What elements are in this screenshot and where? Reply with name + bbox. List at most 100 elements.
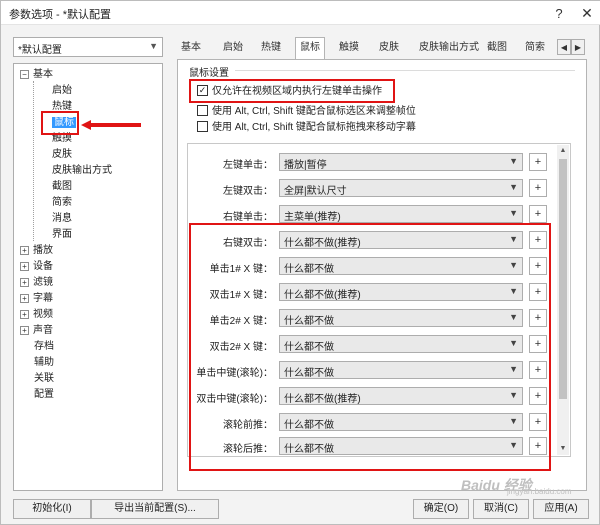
tree-item-label: 设备 — [33, 261, 53, 272]
annotation-box-action-list — [189, 223, 551, 471]
scroll-down-icon[interactable]: ▼ — [557, 443, 569, 455]
chevron-down-icon: ▼ — [509, 156, 518, 166]
tree-item[interactable]: 辅助 — [34, 356, 54, 370]
profile-select-value: *默认配置 — [18, 45, 62, 56]
apply-button[interactable]: 应用(A) — [533, 499, 589, 519]
tree-item[interactable]: + 视频 — [20, 308, 53, 322]
tree-connector-line — [33, 81, 34, 241]
expand-icon[interactable]: + — [20, 245, 29, 255]
tab-6[interactable]: 皮肤输出方式 — [415, 39, 483, 59]
tree-item-label: 播放 — [33, 245, 53, 256]
tab-scroll-right-button[interactable]: ▶ — [571, 39, 585, 55]
tree-item[interactable]: 关联 — [34, 372, 54, 386]
tree-item-label: 视频 — [33, 309, 53, 320]
annotation-arrow-icon — [81, 120, 141, 130]
tree-item-label: 滤镜 — [33, 277, 53, 288]
tree-item[interactable]: + 播放 — [20, 244, 53, 258]
tree-item-label: 基本 — [33, 69, 53, 80]
tree-item-label: 皮肤输出方式 — [52, 165, 112, 176]
tree-item-label: 辅助 — [34, 357, 54, 368]
init-button[interactable]: 初始化(I) — [13, 499, 91, 519]
tab-1[interactable]: 启始 — [219, 39, 247, 59]
tree-item[interactable]: 消息 — [52, 212, 72, 226]
action-select-value: 全屏|默认尺寸 — [284, 186, 347, 197]
collapse-icon[interactable]: − — [20, 69, 29, 79]
checkbox-row[interactable]: 使用 Alt, Ctrl, Shift 键配合鼠标拖拽来移动字幕 — [197, 120, 416, 135]
action-select[interactable]: 全屏|默认尺寸 ▼ — [279, 179, 523, 197]
annotation-box-tree-item — [41, 111, 79, 135]
annotation-box-checkbox — [189, 79, 395, 103]
chevron-down-icon: ▼ — [149, 41, 158, 51]
title-bar: 参数选项 - *默认配置 ? ✕ — [1, 1, 600, 25]
checkbox[interactable] — [197, 120, 208, 132]
tree-item-label: 启始 — [52, 85, 72, 96]
tree-item[interactable]: + 字幕 — [20, 292, 53, 306]
tree-item-label: 界面 — [52, 229, 72, 240]
watermark-url: jingyan.baidu.com — [507, 487, 572, 496]
tree-item[interactable]: 界面 — [52, 228, 72, 242]
profile-select[interactable]: *默认配置 ▼ — [13, 37, 163, 57]
help-button[interactable]: ? — [545, 1, 573, 25]
tree-item[interactable]: + 滤镜 — [20, 276, 53, 290]
tree-item-label: 截图 — [52, 181, 72, 192]
tree-item-label: 存档 — [34, 341, 54, 352]
tree-item[interactable]: 简索 — [52, 196, 72, 210]
add-action-button[interactable]: + — [529, 153, 547, 171]
export-config-button[interactable]: 导出当前配置(S)... — [91, 499, 219, 519]
chevron-down-icon: ▼ — [509, 182, 518, 192]
action-select-value: 播放|暂停 — [284, 160, 327, 171]
chevron-down-icon: ▼ — [509, 208, 518, 218]
tree-item[interactable]: 皮肤输出方式 — [52, 164, 112, 178]
tree-item-label: 声音 — [33, 325, 53, 336]
action-select[interactable]: 主菜单(推荐) ▼ — [279, 205, 523, 223]
tab-bar: 基本 启始 热键 鼠标 触摸 皮肤 皮肤输出方式 截图 简索 — [177, 37, 555, 59]
list-scrollbar[interactable]: ▲ ▼ — [557, 145, 569, 455]
tree-item-label: 消息 — [52, 213, 72, 224]
tree-item-label: 简索 — [52, 197, 72, 208]
tree-item[interactable]: 截图 — [52, 180, 72, 194]
add-action-button[interactable]: + — [529, 179, 547, 197]
tab-2[interactable]: 热键 — [257, 39, 285, 59]
group-label-mouse-settings: 鼠标设置 — [189, 68, 229, 79]
tab-8[interactable]: 简索 — [521, 39, 549, 59]
tab-scroll-left-button[interactable]: ◀ — [557, 39, 571, 55]
scroll-up-icon[interactable]: ▲ — [557, 145, 569, 157]
window-title: 参数选项 - *默认配置 — [9, 9, 112, 21]
expand-icon[interactable]: + — [20, 309, 29, 319]
tab-5[interactable]: 皮肤 — [375, 39, 403, 59]
scroll-thumb[interactable] — [559, 159, 567, 399]
action-select[interactable]: 播放|暂停 ▼ — [279, 153, 523, 171]
action-label: 左键双击： — [223, 186, 273, 197]
tree-item[interactable]: 启始 — [52, 84, 72, 98]
tree-item-label: 配置 — [34, 389, 54, 400]
action-select-value: 主菜单(推荐) — [284, 212, 341, 223]
tree-item[interactable]: 存档 — [34, 340, 54, 354]
tree-item-label: 皮肤 — [52, 149, 72, 160]
cancel-button[interactable]: 取消(C) — [473, 499, 529, 519]
action-label: 左键单击： — [223, 160, 273, 171]
action-label: 右键单击： — [223, 212, 273, 223]
tree-item[interactable]: 配置 — [34, 388, 54, 402]
close-button[interactable]: ✕ — [573, 1, 600, 25]
tab-7[interactable]: 截图 — [483, 39, 511, 59]
tree-item[interactable]: − 基本 — [20, 68, 53, 82]
checkbox-label: 使用 Alt, Ctrl, Shift 键配合鼠标选区来调整帧位 — [212, 106, 416, 117]
tree-item-label: 关联 — [34, 373, 54, 384]
tab-3[interactable]: 鼠标 — [295, 37, 325, 59]
tab-4[interactable]: 触摸 — [335, 39, 363, 59]
tab-0[interactable]: 基本 — [177, 39, 205, 59]
ok-button[interactable]: 确定(O) — [413, 499, 469, 519]
tree-item[interactable]: + 声音 — [20, 324, 53, 338]
tree-item[interactable]: + 设备 — [20, 260, 53, 274]
checkbox-label: 使用 Alt, Ctrl, Shift 键配合鼠标拖拽来移动字幕 — [212, 122, 416, 133]
tree-item-label: 字幕 — [33, 293, 53, 304]
preferences-window: 参数选项 - *默认配置 ? ✕ *默认配置 ▼ 基本 启始 热键 鼠标 触摸 皮肤 皮肤输… — [0, 0, 600, 525]
checkbox-row[interactable]: 使用 Alt, Ctrl, Shift 键配合鼠标选区来调整帧位 — [197, 104, 416, 119]
add-action-button[interactable]: + — [529, 205, 547, 223]
expand-icon[interactable]: + — [20, 277, 29, 287]
tree-item[interactable]: 皮肤 — [52, 148, 72, 162]
checkbox[interactable] — [197, 104, 208, 116]
expand-icon[interactable]: + — [20, 261, 29, 271]
expand-icon[interactable]: + — [20, 293, 29, 303]
expand-icon[interactable]: + — [20, 325, 29, 335]
